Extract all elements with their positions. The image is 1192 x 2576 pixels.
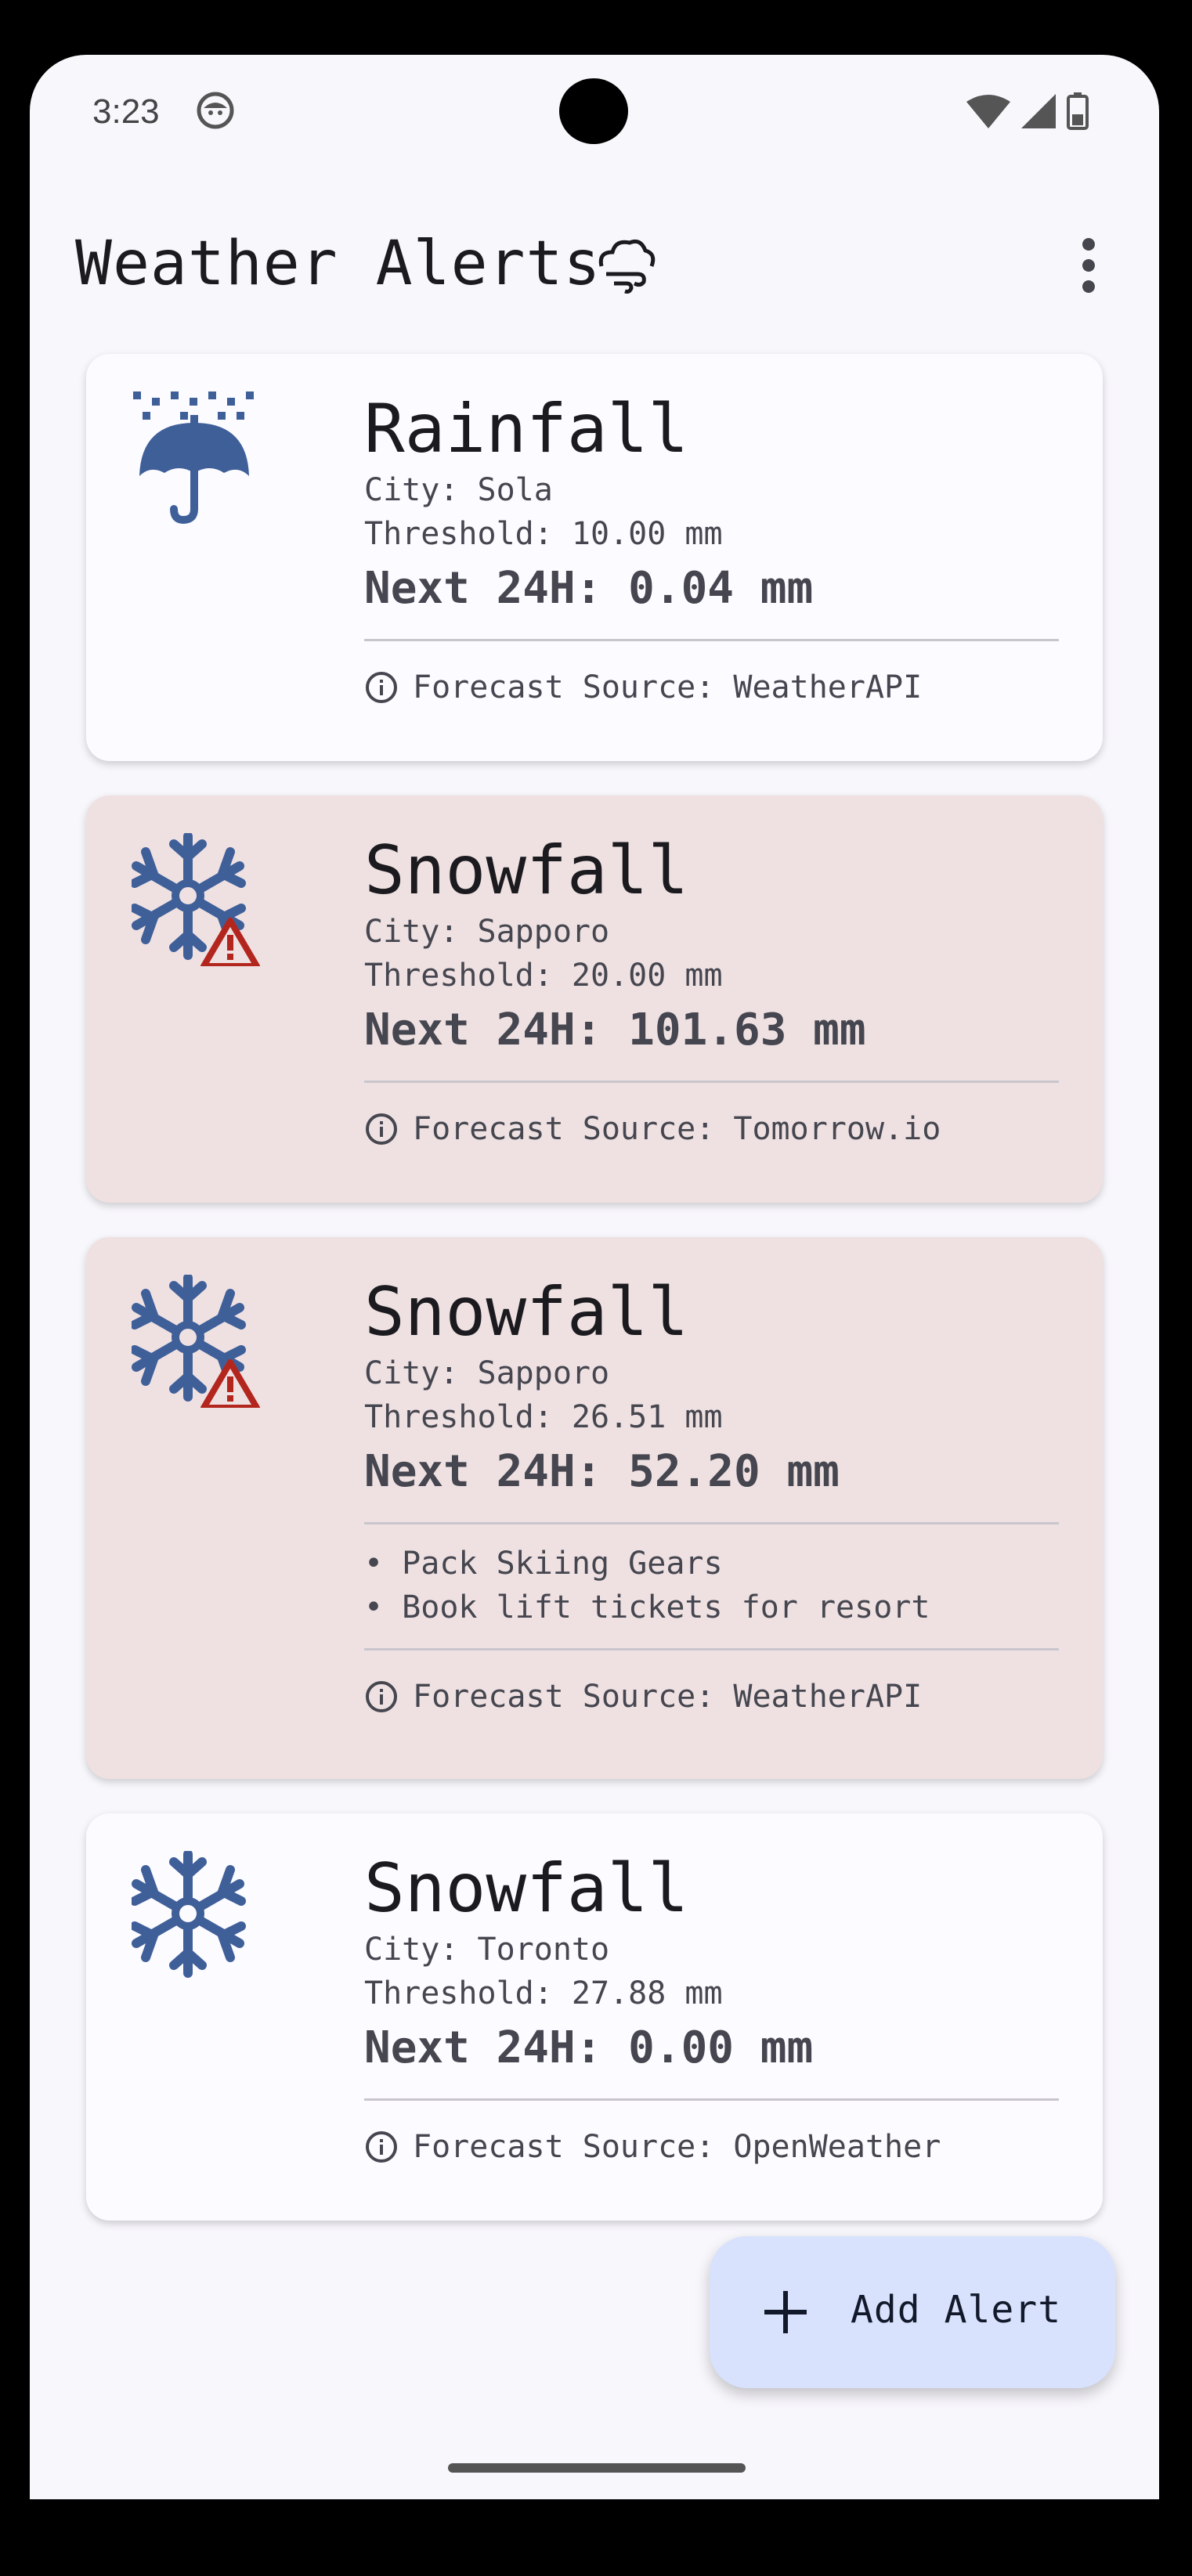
menu-dot — [1082, 238, 1095, 251]
alert-threshold: Threshold: 10.00 mm — [364, 516, 723, 552]
info-icon — [366, 2131, 397, 2163]
divider — [364, 639, 1059, 641]
plus-icon — [764, 2291, 807, 2333]
forecast-source: Forecast Source: WeatherAPI — [364, 669, 1059, 705]
alert-city: City: Sapporo — [364, 914, 610, 950]
task-item: • Book lift tickets for resort — [364, 1589, 930, 1625]
alert-city: City: Sapporo — [364, 1355, 610, 1391]
add-alert-label: Add Alert — [851, 2288, 1062, 2332]
wifi-icon — [966, 95, 1010, 128]
forecast-source-label: Forecast Source: WeatherAPI — [413, 669, 923, 705]
alert-type-title: Snowfall — [364, 1273, 689, 1351]
cellular-signal-icon — [1021, 94, 1056, 128]
snowflake-icon — [132, 1851, 246, 1978]
add-alert-button[interactable]: Add Alert — [710, 2236, 1115, 2388]
app-screen: 3:23 Weather Alerts Rainfall City: Sola … — [30, 55, 1159, 2499]
task-item: • Pack Skiing Gears — [364, 1546, 723, 1582]
alert-card-body: Snowfall City: Toronto Threshold: 27.88 … — [364, 1849, 1059, 2165]
alert-card-body: Snowfall City: Sapporo Threshold: 26.51 … — [364, 1273, 1059, 1715]
alert-card-body: Rainfall City: Sola Threshold: 10.00 mm … — [364, 390, 1059, 705]
home-indicator[interactable] — [448, 2463, 746, 2473]
menu-dot — [1082, 280, 1095, 293]
alert-type-title: Snowfall — [364, 1849, 689, 1928]
notification-face-icon — [197, 92, 234, 129]
alert-city: City: Toronto — [364, 1932, 610, 1968]
forecast-source-label: Forecast Source: OpenWeather — [413, 2129, 941, 2165]
info-icon — [366, 672, 397, 703]
menu-dot — [1082, 259, 1095, 272]
overflow-menu-button[interactable] — [1073, 233, 1104, 296]
divider — [364, 1648, 1059, 1651]
alert-next-24h: Next 24H: 0.00 mm — [364, 2022, 814, 2073]
alert-card[interactable]: Rainfall City: Sola Threshold: 10.00 mm … — [86, 354, 1103, 761]
snowflake-warning-icon — [132, 833, 260, 966]
divider — [364, 1522, 1059, 1524]
alert-threshold: Threshold: 27.88 mm — [364, 1975, 723, 2011]
info-icon — [366, 1113, 397, 1145]
alert-card[interactable]: Snowfall City: Sapporo Threshold: 26.51 … — [86, 1237, 1103, 1779]
alert-next-24h: Next 24H: 52.20 mm — [364, 1446, 840, 1497]
alert-type-title: Rainfall — [364, 390, 689, 468]
alert-card[interactable]: Snowfall City: Sapporo Threshold: 20.00 … — [86, 796, 1103, 1203]
alert-card[interactable]: Snowfall City: Toronto Threshold: 27.88 … — [86, 1813, 1103, 2221]
alert-threshold: Threshold: 26.51 mm — [364, 1399, 723, 1435]
status-bar: 3:23 — [30, 55, 1159, 164]
cloud-wind-icon — [598, 239, 656, 294]
top-app-bar: Weather Alerts — [30, 211, 1159, 305]
umbrella-rain-icon — [133, 391, 254, 525]
divider — [364, 2098, 1059, 2101]
camera-cutout — [559, 78, 628, 144]
alert-next-24h: Next 24H: 0.04 mm — [364, 563, 814, 614]
alert-card-body: Snowfall City: Sapporo Threshold: 20.00 … — [364, 832, 1059, 1147]
forecast-source: Forecast Source: OpenWeather — [364, 2129, 1059, 2165]
page-title: Weather Alerts — [75, 229, 601, 299]
alert-next-24h: Next 24H: 101.63 mm — [364, 1005, 866, 1055]
task-list: • Pack Skiing Gears • Book lift tickets … — [364, 1542, 1059, 1629]
snowflake-warning-icon — [132, 1275, 260, 1408]
battery-icon — [1067, 92, 1089, 130]
info-icon — [366, 1681, 397, 1712]
alert-type-title: Snowfall — [364, 832, 689, 910]
forecast-source-label: Forecast Source: Tomorrow.io — [413, 1111, 941, 1147]
forecast-source: Forecast Source: WeatherAPI — [364, 1679, 1059, 1715]
forecast-source: Forecast Source: Tomorrow.io — [364, 1111, 1059, 1147]
alert-city: City: Sola — [364, 472, 553, 508]
status-time: 3:23 — [92, 92, 160, 131]
alert-threshold: Threshold: 20.00 mm — [364, 958, 723, 994]
divider — [364, 1081, 1059, 1083]
forecast-source-label: Forecast Source: WeatherAPI — [413, 1679, 923, 1715]
status-icons — [966, 92, 1089, 130]
